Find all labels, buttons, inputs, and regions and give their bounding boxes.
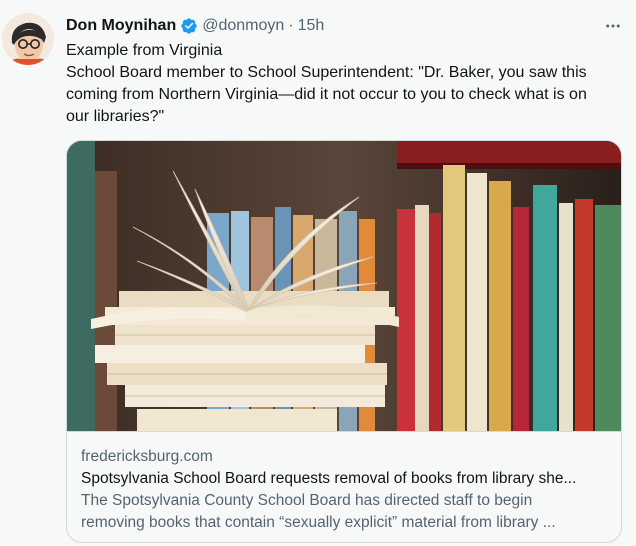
more-options-button[interactable] xyxy=(600,15,626,37)
card-description-line: removing books that contain “sexually ex… xyxy=(81,514,556,531)
separator-dot: · xyxy=(288,17,294,34)
author-handle[interactable]: @donmoyn xyxy=(202,17,284,35)
tweet-text-line: School Board member to School Superinten… xyxy=(66,64,587,81)
tweet-header: Don Moynihan @donmoyn · 15h xyxy=(66,15,324,37)
card-description: The Spotsylvania County School Board has… xyxy=(81,490,607,534)
avatar[interactable] xyxy=(2,13,54,65)
more-horizontal-icon xyxy=(606,24,620,28)
tweet-text-line: our libraries?" xyxy=(66,108,165,125)
tweet-timestamp[interactable]: 15h xyxy=(298,17,325,35)
avatar-illustration-icon xyxy=(2,13,54,65)
author-name[interactable]: Don Moynihan xyxy=(66,17,176,35)
card-domain: fredericksburg.com xyxy=(81,448,213,465)
tweet-text-line: Example from Virginia xyxy=(66,42,223,59)
link-preview-card[interactable]: fredericksburg.com Spotsylvania School B… xyxy=(66,140,622,543)
card-title: Spotsylvania School Board requests remov… xyxy=(81,470,577,487)
card-description-line: The Spotsylvania County School Board has… xyxy=(81,492,533,509)
card-meta: fredericksburg.com Spotsylvania School B… xyxy=(67,431,621,542)
tweet[interactable]: Don Moynihan @donmoyn · 15h Example from… xyxy=(0,0,636,546)
card-image[interactable] xyxy=(67,141,621,431)
tweet-text-line: coming from Northern Virginia—did it not… xyxy=(66,86,587,103)
tweet-text: Example from Virginia School Board membe… xyxy=(66,40,626,128)
verified-badge-icon xyxy=(180,17,198,35)
